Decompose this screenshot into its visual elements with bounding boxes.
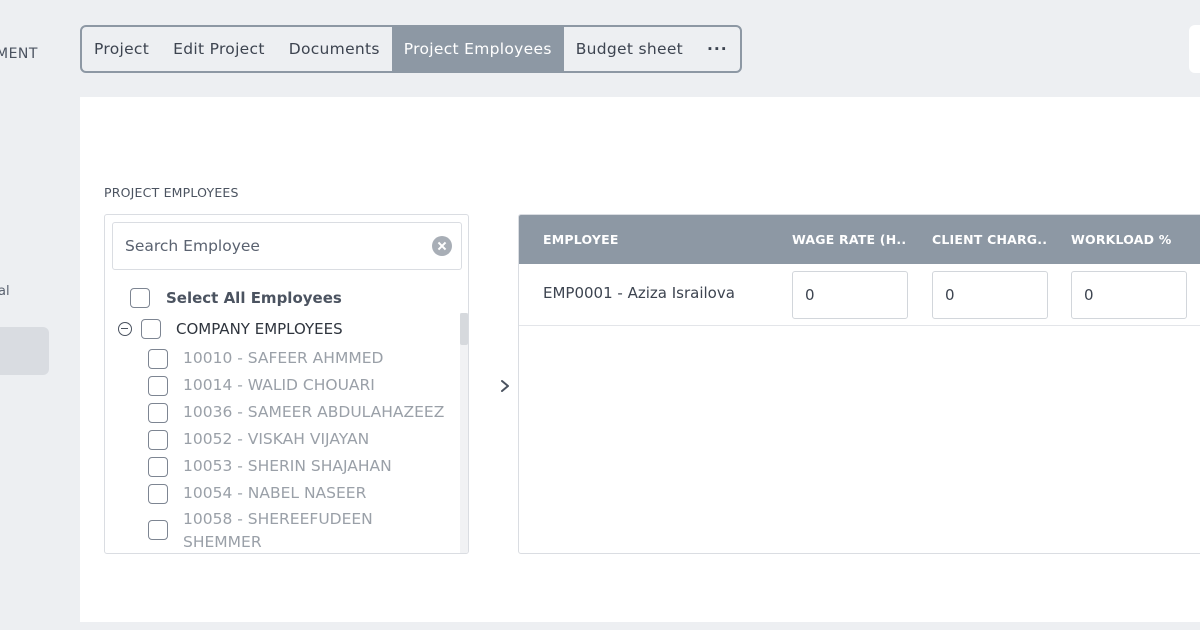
tab-edit-project[interactable]: Edit Project [161, 27, 277, 71]
tab-project-employees[interactable]: Project Employees [391, 27, 564, 71]
employee-checkbox[interactable] [148, 430, 168, 450]
tab-more-button[interactable]: ··· [695, 27, 740, 71]
clear-search-icon[interactable] [432, 236, 452, 256]
employee-item[interactable]: 10010 - SAFEER AHMMED [183, 349, 383, 367]
tree-scrollbar-thumb[interactable] [460, 313, 468, 345]
employee-item[interactable]: 10053 - SHERIN SHAJAHAN [183, 457, 392, 475]
tree-scrollbar-track[interactable] [460, 313, 468, 553]
chevron-right-icon[interactable] [498, 379, 512, 393]
tab-project[interactable]: Project [82, 27, 161, 71]
section-title: PROJECT EMPLOYEES [104, 185, 239, 200]
sidebar-heading: MENT [0, 46, 38, 62]
sidebar-item[interactable]: al [0, 284, 10, 299]
employee-checkbox[interactable] [148, 403, 168, 423]
workload-input[interactable] [1071, 271, 1187, 319]
collapse-icon[interactable] [118, 322, 132, 336]
employee-item[interactable]: 10014 - WALID CHOUARI [183, 376, 375, 394]
column-header-employee: EMPLOYEE [543, 232, 619, 247]
client-charge-input[interactable] [932, 271, 1048, 319]
employee-tree: Select All Employees COMPANY EMPLOYEES 1… [104, 214, 469, 554]
tab-bar: Project Edit Project Documents Project E… [80, 25, 742, 73]
employee-checkbox[interactable] [148, 484, 168, 504]
sidebar-item-active[interactable] [0, 327, 49, 375]
top-right-control[interactable] [1189, 25, 1200, 73]
table-header: EMPLOYEE WAGE RATE (H... CLIENT CHARG...… [519, 215, 1200, 264]
tab-documents[interactable]: Documents [277, 27, 392, 71]
column-header-wage-rate: WAGE RATE (H... [792, 232, 907, 247]
tab-budget-sheet[interactable]: Budget sheet [564, 27, 695, 71]
employee-checkbox[interactable] [148, 457, 168, 477]
search-box [112, 222, 462, 270]
employee-item-continued[interactable]: SHEMMER [183, 533, 262, 551]
column-header-client-charge: CLIENT CHARG... [932, 232, 1047, 247]
select-all-checkbox[interactable] [130, 288, 150, 308]
employee-checkbox[interactable] [148, 520, 168, 540]
search-input[interactable] [113, 223, 423, 269]
main-panel: PROJECT EMPLOYEES Select All Employees C… [80, 97, 1200, 622]
group-checkbox[interactable] [141, 319, 161, 339]
select-all-label[interactable]: Select All Employees [166, 289, 342, 307]
employee-checkbox[interactable] [148, 349, 168, 369]
sidebar: MENT al [0, 0, 60, 630]
table-row: EMP0001 - Aziza Israilova [519, 264, 1200, 326]
wage-rate-input[interactable] [792, 271, 908, 319]
employee-item[interactable]: 10054 - NABEL NASEER [183, 484, 366, 502]
employee-cell: EMP0001 - Aziza Israilova [543, 284, 735, 302]
employee-checkbox[interactable] [148, 376, 168, 396]
project-employees-table: EMPLOYEE WAGE RATE (H... CLIENT CHARG...… [518, 214, 1200, 554]
employee-item[interactable]: 10052 - VISKAH VIJAYAN [183, 430, 369, 448]
employee-item[interactable]: 10058 - SHEREEFUDEEN [183, 510, 373, 528]
employee-item[interactable]: 10036 - SAMEER ABDULAHAZEEZ [183, 403, 444, 421]
group-label: COMPANY EMPLOYEES [176, 320, 343, 338]
column-header-workload: WORKLOAD % [1071, 232, 1172, 247]
